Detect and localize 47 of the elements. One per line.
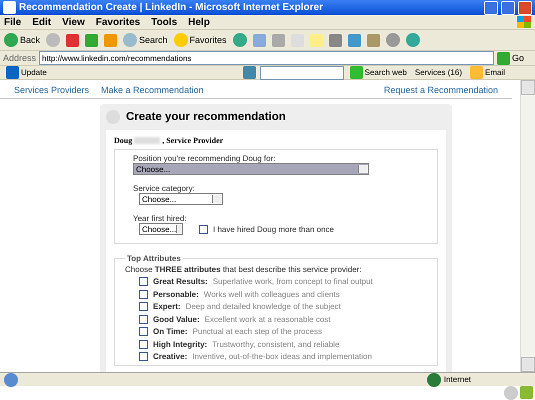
nav-link[interactable]: Services Providers bbox=[14, 85, 90, 95]
menu-item[interactable]: Edit bbox=[32, 16, 52, 28]
field-label: Service category: bbox=[133, 184, 196, 193]
menu-item[interactable]: Favorites bbox=[96, 16, 140, 28]
attribute-checkbox[interactable]: Expert: Deep and detailed knowledge of the subject bbox=[139, 302, 437, 311]
menu-item[interactable]: View bbox=[62, 16, 85, 28]
scrollbar[interactable] bbox=[520, 80, 535, 372]
maximize-button[interactable] bbox=[501, 0, 515, 14]
address-label: Address bbox=[3, 53, 36, 63]
blurred-name bbox=[134, 137, 160, 144]
position-dropdown[interactable]: Choose... bbox=[133, 163, 369, 175]
attribute-checkbox[interactable]: Creative: Inventive, out-of-the-box ideas and implementation bbox=[139, 352, 437, 361]
menu-item[interactable]: Tools bbox=[151, 16, 178, 28]
attribute-checkbox[interactable]: On Time: Punctual at each step of the process bbox=[139, 327, 437, 336]
hired-checkbox[interactable]: I have hired Doug more than once bbox=[199, 224, 334, 234]
favorites-button[interactable]: Favorites bbox=[174, 33, 227, 47]
attribute-checkbox[interactable]: Great Results: Superlative work, from concept to final output bbox=[139, 277, 437, 286]
search-field[interactable] bbox=[260, 66, 344, 80]
update-button[interactable]: Update bbox=[4, 66, 49, 79]
email-button[interactable]: Email bbox=[468, 66, 507, 79]
windows-logo-icon bbox=[517, 16, 531, 28]
address-field[interactable]: http://www.linkedin.com/recommendations bbox=[39, 51, 494, 65]
menu-item[interactable]: File bbox=[4, 16, 22, 28]
minimize-button[interactable] bbox=[484, 0, 498, 14]
field-label: Year first hired: bbox=[133, 214, 188, 223]
go-button[interactable]: Go bbox=[496, 52, 532, 64]
nav-link[interactable]: Make a Recommendation bbox=[101, 85, 204, 95]
form-title: Create your recommendation bbox=[126, 111, 286, 123]
provider-role: , Service Provider bbox=[162, 136, 224, 145]
services-button[interactable]: Services (16) bbox=[412, 68, 464, 77]
attribute-checkbox[interactable]: Personable: Works well with colleagues and clients bbox=[139, 290, 437, 298]
attributes-intro: Choose THREE attributes that best describe this service provider: bbox=[125, 265, 363, 274]
search-web-button[interactable]: Search web bbox=[348, 66, 409, 79]
provider-name: Doug bbox=[114, 136, 132, 145]
attribute-checkbox[interactable]: Good Value: Excellent work at a reasonable cost bbox=[139, 314, 437, 324]
category-dropdown[interactable]: Choose... bbox=[139, 193, 223, 205]
close-button[interactable] bbox=[518, 0, 532, 14]
attributes-legend: Top Attributes bbox=[125, 254, 183, 263]
window-title: Recommendation Create | LinkedIn - Microsoft Internet Explorer bbox=[19, 2, 324, 13]
year-dropdown[interactable]: Choose... bbox=[139, 223, 183, 235]
attribute-checkbox[interactable]: High Integrity: Trustworthy, consistent, and reliable bbox=[139, 340, 437, 348]
back-button[interactable]: Back bbox=[4, 33, 40, 47]
menu-item[interactable]: Help bbox=[188, 16, 210, 28]
nav-link[interactable]: Request a Recommendation bbox=[384, 85, 498, 95]
field-label: Position you're recommending Doug for: bbox=[133, 154, 276, 163]
zone-label: Internet bbox=[426, 372, 471, 386]
search-button[interactable]: Search bbox=[123, 33, 168, 47]
